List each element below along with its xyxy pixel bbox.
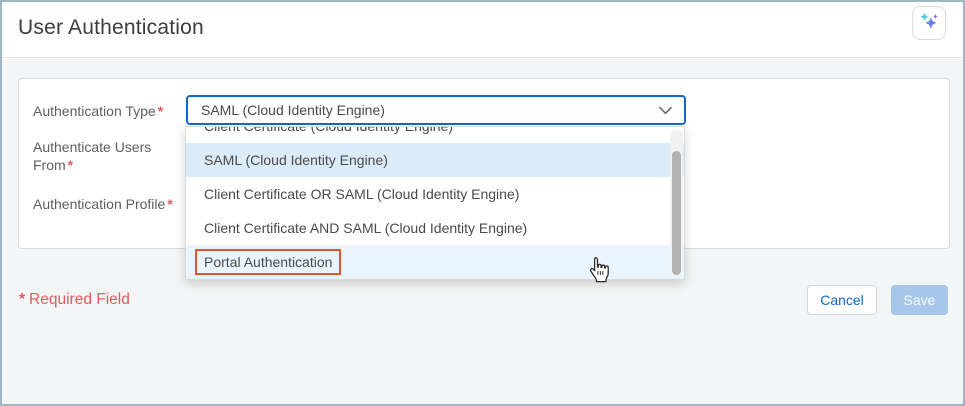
authentication-type-label: Authentication Type* xyxy=(33,102,193,120)
required-field-note: *Required Field xyxy=(19,291,130,309)
required-asterisk: * xyxy=(66,157,73,173)
sparkles-icon xyxy=(918,10,940,37)
authentication-type-select[interactable]: SAML (Cloud Identity Engine) xyxy=(186,95,686,125)
authentication-profile-label: Authentication Profile* xyxy=(33,195,173,213)
required-asterisk: * xyxy=(19,291,29,308)
selected-value: SAML (Cloud Identity Engine) xyxy=(201,102,659,118)
label-text: Authentication Profile xyxy=(33,196,165,212)
label-text: Authenticate Users From xyxy=(33,139,151,173)
authentication-type-dropdown: Client Certificate (Cloud Identity Engin… xyxy=(185,126,685,280)
cancel-button[interactable]: Cancel xyxy=(807,285,877,315)
page-body: Authentication Type* SAML (Cloud Identit… xyxy=(2,59,963,404)
save-button[interactable]: Save xyxy=(891,285,948,315)
option-client-certificate[interactable]: Client Certificate (Cloud Identity Engin… xyxy=(186,127,684,143)
chevron-down-icon xyxy=(659,102,672,118)
annotation-highlight-box: Portal Authentication xyxy=(195,249,341,275)
dropdown-scrollbar-track[interactable] xyxy=(670,130,683,276)
page-header: User Authentication xyxy=(2,2,963,58)
dropdown-scrollbar-thumb[interactable] xyxy=(672,151,681,275)
option-client-certificate-and-saml[interactable]: Client Certificate AND SAML (Cloud Ident… xyxy=(186,211,684,245)
label-text: Authentication Type xyxy=(33,103,156,119)
option-saml[interactable]: SAML (Cloud Identity Engine) xyxy=(186,143,684,177)
required-asterisk: * xyxy=(165,196,172,212)
page-title: User Authentication xyxy=(18,16,204,40)
authenticate-users-from-label: Authenticate Users From* xyxy=(33,138,173,174)
ai-assistant-button[interactable] xyxy=(912,6,946,40)
option-client-certificate-or-saml[interactable]: Client Certificate OR SAML (Cloud Identi… xyxy=(186,177,684,211)
option-portal-authentication[interactable]: Portal Authentication xyxy=(186,245,684,279)
required-asterisk: * xyxy=(156,103,163,119)
user-authentication-page: User Authentication Authe xyxy=(0,0,965,406)
